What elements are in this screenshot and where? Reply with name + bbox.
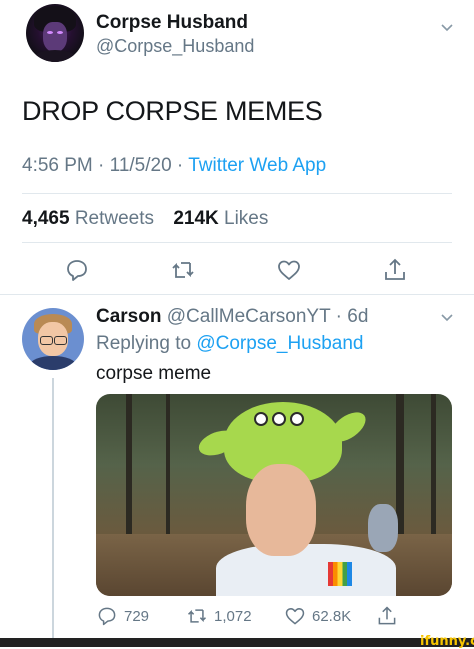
tweet-stats: 4,465 Retweets 214K Likes: [22, 208, 268, 230]
meta-separator: ·: [176, 155, 184, 176]
divider: [22, 193, 452, 194]
divider: [22, 242, 452, 243]
retweet-count-button[interactable]: 1,072: [186, 605, 252, 627]
replying-to-handle[interactable]: @Corpse_Husband: [196, 333, 363, 354]
likes-label: Likes: [224, 208, 269, 229]
meta-separator: ·: [98, 155, 105, 176]
meta-separator: ·: [335, 306, 342, 327]
likes-count: 214K: [173, 208, 219, 229]
thread-line: [52, 378, 54, 640]
reply-icon: [98, 607, 116, 626]
reply-media-image[interactable]: [96, 394, 452, 596]
retweets-label: Retweets: [74, 208, 155, 229]
reply-age[interactable]: 6d: [347, 306, 368, 327]
retweets-stat[interactable]: 4,465 Retweets: [22, 208, 154, 229]
author-name[interactable]: Corpse Husband: [96, 12, 248, 34]
reply-icon[interactable]: [64, 257, 90, 283]
reply-count-button[interactable]: 729: [96, 605, 149, 627]
retweets-count: 4,465: [22, 208, 70, 229]
tweet-text: DROP CORPSE MEMES: [22, 96, 323, 126]
tweet-date[interactable]: 11/5/20: [110, 155, 172, 176]
replying-to-label: Replying to: [96, 333, 192, 354]
divider: [0, 294, 474, 295]
like-icon[interactable]: [276, 257, 302, 283]
author-handle[interactable]: @Corpse_Husband: [96, 36, 254, 57]
avatar[interactable]: [26, 4, 84, 62]
retweet-icon: [187, 609, 207, 623]
share-icon: [378, 606, 396, 625]
like-count: 62.8K: [312, 607, 352, 625]
reply-author-handle[interactable]: @CallMeCarsonYT: [167, 306, 331, 327]
share-icon[interactable]: [382, 257, 408, 283]
like-count-button[interactable]: 62.8K: [284, 605, 351, 627]
watermark-bar: [0, 638, 474, 647]
reply-count: 729: [124, 607, 150, 625]
reply-header: Carson @CallMeCarsonYT · 6d: [96, 306, 368, 328]
share-button[interactable]: [376, 605, 398, 627]
tweet-time[interactable]: 4:56 PM: [22, 155, 93, 176]
tweet-source[interactable]: Twitter Web App: [188, 155, 326, 176]
likes-stat[interactable]: 214K Likes: [173, 208, 268, 229]
chevron-down-icon[interactable]: [440, 310, 454, 324]
reply-author-name[interactable]: Carson: [96, 306, 161, 327]
tweet-meta: 4:56 PM · 11/5/20 · Twitter Web App: [22, 155, 326, 177]
chevron-down-icon[interactable]: [440, 20, 454, 34]
replying-to: Replying to @Corpse_Husband: [96, 333, 364, 355]
like-icon: [285, 608, 305, 625]
retweet-count: 1,072: [214, 607, 252, 625]
avatar[interactable]: [22, 308, 84, 370]
retweet-icon[interactable]: [170, 257, 196, 283]
reply-text: corpse meme: [96, 363, 212, 384]
